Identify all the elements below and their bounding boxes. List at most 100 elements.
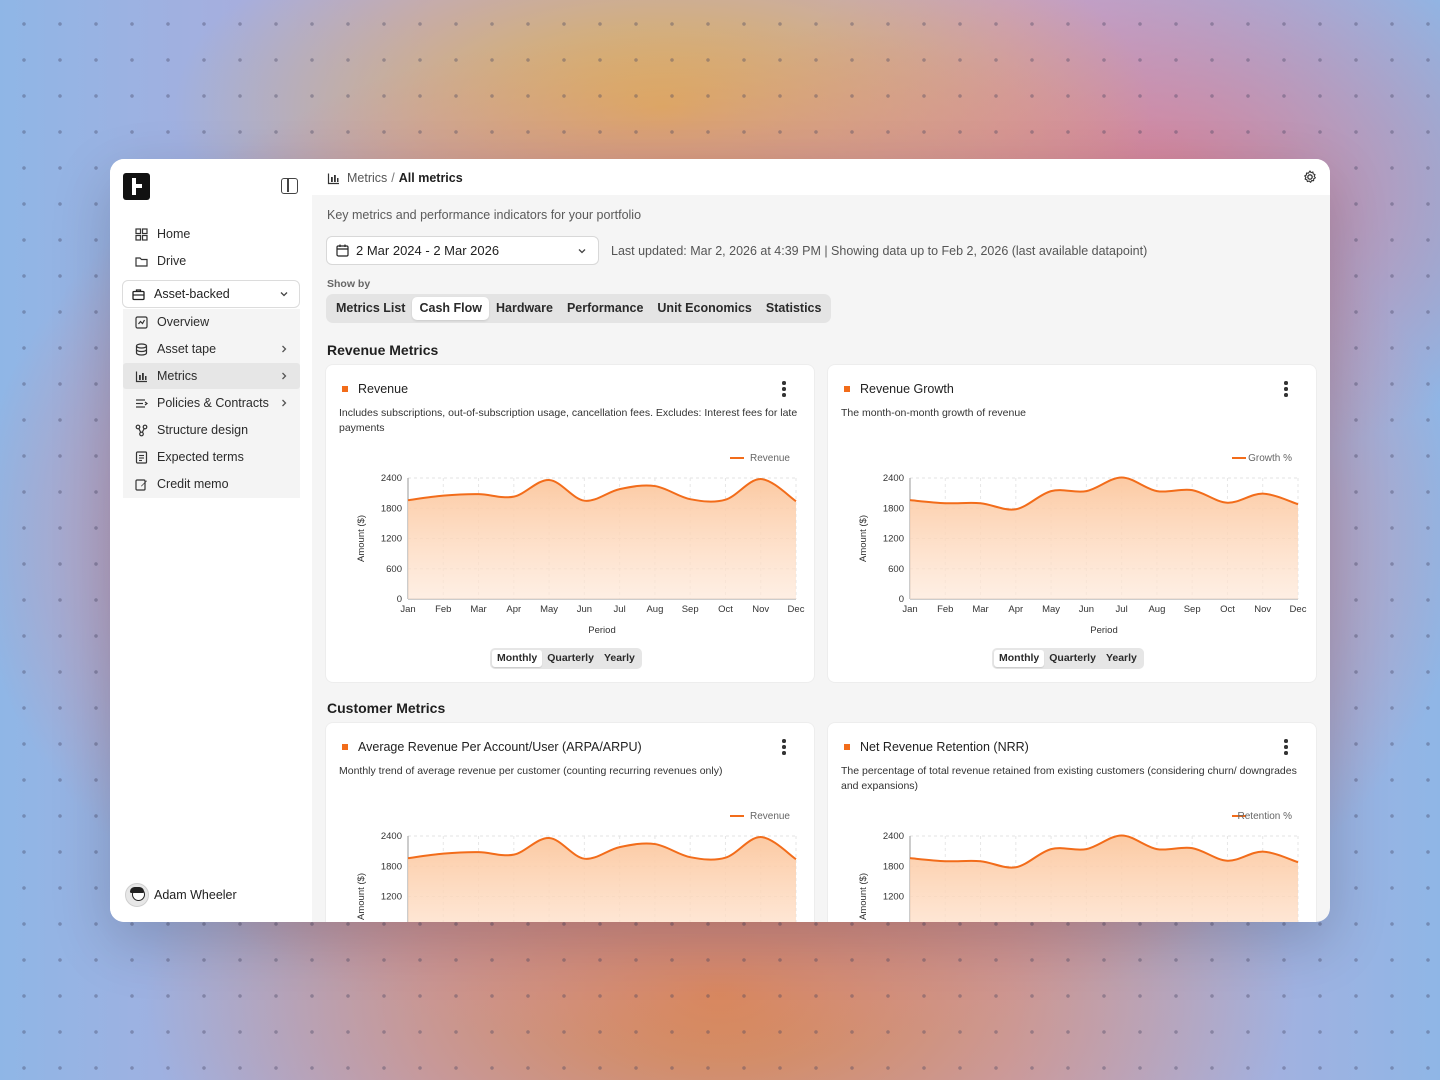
revenue-growth-chart: 0600120018002400Jan Feb Mar Apr May Jun Jul Aug… [858, 453, 1307, 636]
more-options-icon[interactable] [782, 381, 786, 397]
metric-card-revenue: Revenue Includes subscriptions, out-of-s… [326, 365, 814, 682]
collapse-sidebar-icon[interactable] [281, 178, 298, 194]
tab-performance[interactable]: Performance [560, 297, 650, 320]
tab-cash-flow[interactable]: Cash Flow [412, 297, 489, 320]
y-tick-label: 600 [386, 564, 402, 575]
y-tick-label: 1200 [381, 892, 402, 903]
x-tick-label: Jul [1116, 604, 1128, 615]
x-tick-label: Mar [972, 604, 988, 615]
tab-statistics[interactable]: Statistics [759, 297, 829, 320]
last-updated-text: Last updated: Mar 2, 2026 at 4:39 PM | S… [611, 244, 1148, 258]
sidebar-item-expected-terms[interactable]: Expected terms [123, 444, 300, 470]
top-bar: Metrics / All metrics [312, 159, 1330, 195]
x-tick-label: Feb [937, 604, 953, 615]
y-tick-label: 1800 [883, 503, 904, 514]
x-tick-label: May [540, 604, 558, 615]
card-marker [342, 386, 348, 392]
sidebar-item-structure-design[interactable]: Structure design [123, 417, 300, 443]
x-tick-label: Oct [1220, 604, 1235, 615]
document-icon [135, 450, 148, 464]
period-quarterly-button[interactable]: Quarterly [542, 650, 599, 667]
x-tick-label: Aug [646, 604, 663, 615]
card-title: Revenue Growth [860, 382, 954, 396]
sidebar-item-policies-contracts[interactable]: Policies & Contracts [123, 390, 300, 416]
breadcrumb-current: All metrics [398, 171, 463, 185]
y-axis-label: Amount ($) [356, 515, 367, 562]
legend-label: Revenue [750, 811, 790, 822]
y-tick-label: 2400 [883, 473, 904, 484]
bar-chart-icon [135, 370, 148, 383]
period-yearly-button[interactable]: Yearly [1101, 650, 1142, 667]
card-title: Average Revenue Per Account/User (ARPA/A… [358, 740, 642, 754]
period-monthly-button[interactable]: Monthly [492, 650, 543, 667]
folder-icon [135, 255, 148, 268]
sidebar: Home Drive Asset-backed Overview Asset t… [110, 159, 312, 922]
x-tick-label: Nov [752, 604, 769, 615]
gear-icon[interactable] [1303, 170, 1317, 184]
user-name: Adam Wheeler [154, 888, 237, 902]
show-by-label: Show by [327, 278, 371, 290]
sidebar-item-label: Home [157, 227, 191, 241]
tab-metrics-list[interactable]: Metrics List [329, 297, 412, 320]
period-quarterly-button[interactable]: Quarterly [1044, 650, 1101, 667]
show-by-tabs: Metrics List Cash Flow Hardware Performa… [326, 294, 832, 323]
y-tick-label: 2400 [381, 831, 402, 842]
series-area [910, 477, 1298, 599]
legend-label: Growth % [1248, 453, 1292, 464]
revenue-chart: 0600120018002400Jan Feb Mar Apr May Jun Jul Aug… [356, 453, 805, 636]
period-monthly-button[interactable]: Monthly [994, 650, 1045, 667]
sidebar-item-asset-tape[interactable]: Asset tape [123, 336, 300, 362]
avatar [125, 883, 149, 907]
nrr-chart: 0600120018002400JanFebMarAprMayJunJulAug… [858, 811, 1299, 922]
briefcase-icon [132, 288, 145, 301]
y-tick-label: 1800 [381, 861, 402, 872]
edit-icon [135, 478, 148, 491]
legend-label: Retention % [1238, 811, 1293, 822]
x-tick-label: Sep [682, 604, 699, 615]
y-tick-label: 2400 [883, 831, 904, 842]
x-tick-label: Nov [1254, 604, 1271, 615]
tab-hardware[interactable]: Hardware [489, 297, 560, 320]
nodes-icon [135, 424, 148, 437]
card-title: Revenue [358, 382, 409, 396]
sidebar-item-drive[interactable]: Drive [123, 248, 300, 274]
chevron-down-icon [280, 292, 288, 297]
metric-card-arpa: Average Revenue Per Account/User (ARPA/A… [326, 723, 814, 922]
workspace-select[interactable]: Asset-backed [122, 280, 300, 308]
app-window: Home Drive Asset-backed Overview Asset t… [110, 159, 1330, 922]
sidebar-item-label: Metrics [157, 369, 198, 383]
user-profile[interactable]: Adam Wheeler [125, 883, 237, 907]
card-description: Monthly trend of average revenue per cus… [339, 765, 723, 777]
y-tick-label: 1200 [883, 534, 904, 545]
sidebar-item-home[interactable]: Home [123, 221, 300, 247]
period-toggle: Monthly Quarterly Yearly [992, 648, 1144, 669]
period-yearly-button[interactable]: Yearly [599, 650, 640, 667]
sidebar-item-metrics[interactable]: Metrics [123, 363, 300, 389]
tab-unit-economics[interactable]: Unit Economics [650, 297, 758, 320]
more-options-icon[interactable] [782, 739, 786, 755]
x-tick-label: Sep [1184, 604, 1201, 615]
x-tick-label: May [1042, 604, 1060, 615]
y-axis-label: Amount ($) [858, 515, 869, 562]
y-tick-label: 1800 [381, 503, 402, 514]
x-tick-label: Jan [902, 604, 917, 615]
more-options-icon[interactable] [1284, 381, 1288, 397]
breadcrumb-metrics-link[interactable]: Metrics [347, 171, 387, 185]
sidebar-item-credit-memo[interactable]: Credit memo [123, 471, 300, 497]
date-range-picker[interactable]: 2 Mar 2024 - 2 Mar 2026 [326, 236, 599, 265]
x-tick-label: Apr [506, 604, 521, 615]
metric-card-revenue-growth: Revenue Growth The month-on-month growth… [828, 365, 1316, 682]
card-marker [342, 744, 348, 750]
y-tick-label: 1800 [883, 861, 904, 872]
more-options-icon[interactable] [1284, 739, 1288, 755]
section-title-customer: Customer Metrics [327, 700, 446, 716]
arpa-chart: 0600120018002400JanFebMarAprMayJunJulAug… [356, 811, 797, 922]
sidebar-item-overview[interactable]: Overview [123, 309, 300, 335]
calendar-icon [336, 244, 349, 257]
workspace-subnav: Overview Asset tape Metrics Policies & C… [123, 309, 300, 498]
series-area [910, 835, 1298, 922]
card-marker [844, 744, 850, 750]
chevron-right-icon [282, 372, 287, 380]
x-tick-label: Dec [788, 604, 805, 615]
app-logo[interactable] [123, 173, 150, 200]
